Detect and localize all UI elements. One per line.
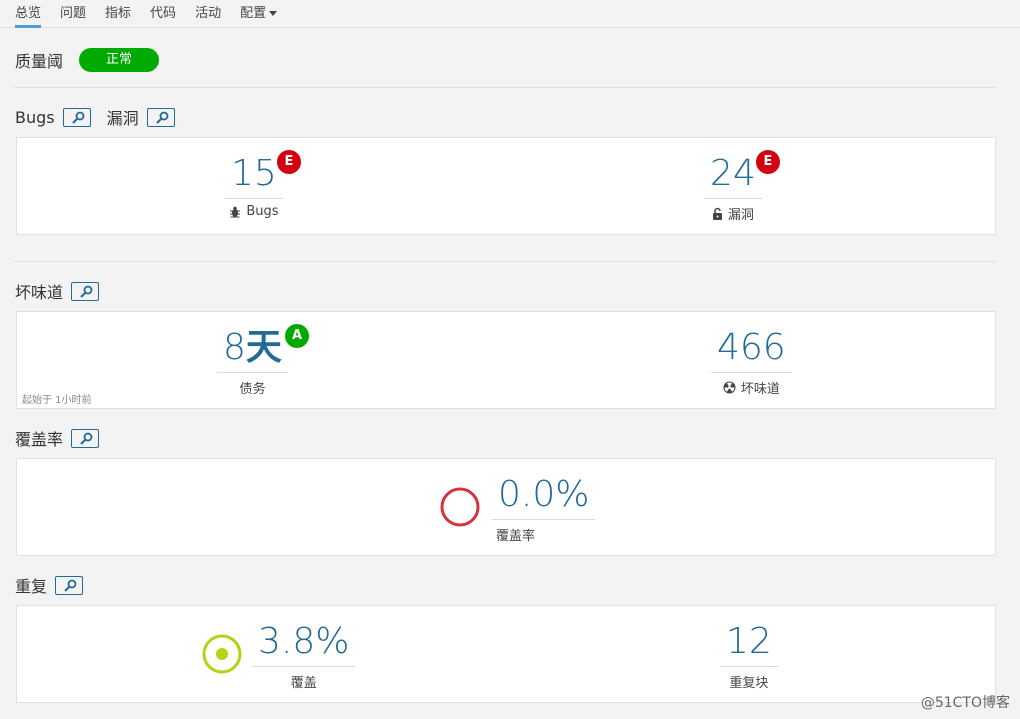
- tab-measures[interactable]: 指标: [105, 0, 131, 28]
- coverage-label: 覆盖率: [496, 529, 536, 544]
- bugs-label-row: Bugs: [225, 204, 283, 219]
- link-icon: [155, 111, 169, 124]
- duplications-link-button[interactable]: [55, 575, 84, 595]
- duplication-label: 覆盖: [290, 676, 317, 691]
- bugs-value[interactable]: 15: [225, 154, 283, 199]
- tab-activity[interactable]: 活动: [195, 0, 221, 28]
- debt-label: 债务: [239, 382, 266, 397]
- vulnerabilities-title: 漏洞: [106, 109, 139, 128]
- duplicated-blocks-measure[interactable]: 12 重复块: [720, 622, 778, 691]
- bugs-rating-badge[interactable]: E: [277, 150, 301, 174]
- coverage-section-title: 覆盖率: [15, 427, 100, 449]
- vulnerabilities-label-row: 漏洞: [704, 204, 762, 223]
- debt-value-unit: 天: [245, 327, 282, 368]
- tab-issues[interactable]: 问题: [60, 0, 86, 28]
- bugs-link-button[interactable]: [62, 107, 91, 127]
- duplications-panel: 3.8% 覆盖 12 重复块: [16, 605, 996, 703]
- divider: [15, 87, 996, 88]
- tab-config[interactable]: 配置: [240, 0, 278, 28]
- bugs-panel: 15 Bugs E 24 漏洞 E: [16, 137, 996, 235]
- debt-value[interactable]: 8天: [217, 328, 288, 373]
- vulnerabilities-measure[interactable]: 24 漏洞: [704, 154, 762, 223]
- code-smells-title: 坏味道: [15, 283, 64, 302]
- vulnerabilities-value[interactable]: 24: [704, 154, 762, 199]
- since-text: 起始于 1小时前: [22, 395, 92, 406]
- code-smells-section-title: 坏味道: [15, 280, 100, 302]
- chevron-down-icon: [269, 10, 278, 16]
- code-smells-measure[interactable]: 466 坏味道: [711, 328, 792, 397]
- duplication-value[interactable]: 3.8%: [252, 622, 356, 667]
- tab-config-label: 配置: [240, 5, 267, 21]
- coverage-label-row: 覆盖率: [492, 525, 595, 544]
- duplications-title: 重复: [15, 577, 48, 596]
- link-icon: [71, 111, 85, 124]
- debt-value-number: 8: [223, 327, 246, 368]
- lock-open-icon: [712, 207, 723, 220]
- code-smells-value[interactable]: 466: [711, 328, 792, 373]
- link-icon: [80, 432, 93, 445]
- vulnerabilities-label: 漏洞: [727, 208, 754, 223]
- bugs-label: Bugs: [246, 204, 279, 219]
- coverage-link-button[interactable]: [71, 428, 100, 448]
- quality-gate-label: 质量阈: [15, 52, 64, 71]
- duplications-section-title: 重复: [15, 574, 84, 596]
- tab-code[interactable]: 代码: [150, 0, 176, 28]
- vulnerabilities-rating-badge[interactable]: E: [756, 150, 780, 174]
- tab-overview[interactable]: 总览: [15, 0, 42, 28]
- duplicated-blocks-label: 重复块: [729, 676, 769, 691]
- divider: [15, 261, 996, 262]
- coverage-donut: [440, 487, 480, 527]
- link-icon: [80, 285, 93, 298]
- duplication-measure[interactable]: 3.8% 覆盖: [252, 622, 356, 691]
- duplication-label-row: 覆盖: [252, 672, 355, 691]
- coverage-value[interactable]: 0.0%: [492, 475, 596, 520]
- link-icon: [64, 579, 77, 592]
- radiation-icon: [723, 381, 736, 394]
- maintainability-rating-badge[interactable]: A: [285, 324, 309, 348]
- code-smells-link-button[interactable]: [71, 281, 100, 301]
- code-smells-label: 坏味道: [740, 382, 780, 397]
- code-smells-label-row: 坏味道: [711, 378, 792, 397]
- bug-icon: [229, 206, 241, 218]
- bugs-measure[interactable]: 15 Bugs: [225, 154, 283, 219]
- duplication-donut: [202, 634, 242, 674]
- coverage-title: 覆盖率: [15, 430, 64, 449]
- debt-label-row: 债务: [217, 378, 288, 397]
- duplicated-blocks-label-row: 重复块: [720, 672, 778, 691]
- coverage-panel: 0.0% 覆盖率: [16, 458, 996, 556]
- bugs-section-title: Bugs 漏洞: [15, 106, 175, 128]
- vulnerabilities-link-button[interactable]: [146, 107, 175, 127]
- watermark: @51CTO博客: [920, 695, 1010, 711]
- debt-measure[interactable]: 8天 债务: [217, 328, 288, 397]
- quality-gate-status-badge: 正常: [79, 48, 160, 72]
- duplicated-blocks-value[interactable]: 12: [720, 622, 778, 667]
- bugs-title: Bugs: [15, 107, 55, 127]
- quality-gate: 质量阈 正常: [15, 47, 160, 73]
- code-smells-panel: 8天 债务 A 466 坏味道 起始于 1小时前: [16, 311, 996, 409]
- top-nav: 总览 问题 指标 代码 活动 配置: [0, 0, 1020, 28]
- coverage-measure[interactable]: 0.0% 覆盖率: [492, 475, 596, 544]
